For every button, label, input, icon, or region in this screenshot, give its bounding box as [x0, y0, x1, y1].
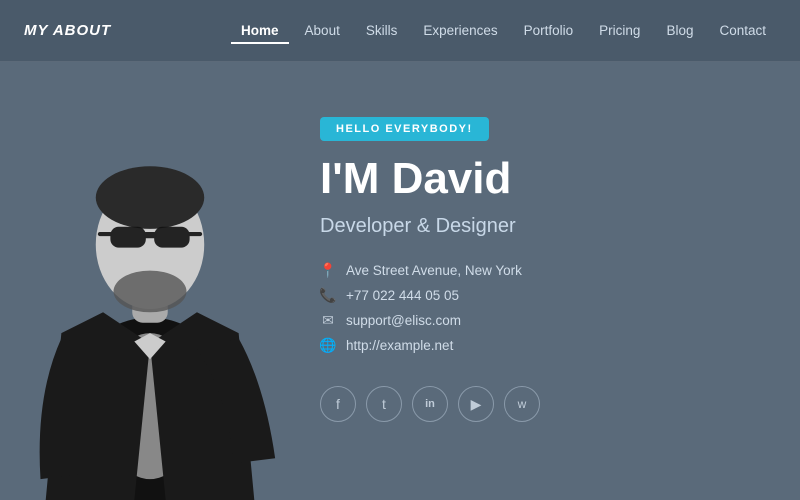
- address-item: 📍 Ave Street Avenue, New York: [320, 262, 760, 279]
- hero-name: I'M David: [320, 155, 760, 203]
- main-nav: Home About Skills Experiences Portfolio …: [231, 17, 776, 44]
- hero-title: Developer & Designer: [320, 215, 760, 238]
- email-text: support@elisc.com: [346, 313, 461, 328]
- nav-item-experiences[interactable]: Experiences: [413, 17, 507, 44]
- youtube-button[interactable]: ▶: [458, 386, 494, 422]
- hero-section: HELLO EVERYBODY! I'M David Developer & D…: [0, 62, 800, 500]
- website-text: http://example.net: [346, 338, 453, 353]
- website-item: 🌐 http://example.net: [320, 337, 760, 354]
- nav-item-home[interactable]: Home: [231, 17, 289, 44]
- nav-item-contact[interactable]: Contact: [709, 17, 776, 44]
- email-icon: ✉: [320, 312, 336, 329]
- nav-item-about[interactable]: About: [295, 17, 350, 44]
- linkedin-button[interactable]: in: [412, 386, 448, 422]
- header: MY ABOUT Home About Skills Experiences P…: [0, 0, 800, 62]
- email-item: ✉ support@elisc.com: [320, 312, 760, 329]
- twitter-button[interactable]: t: [366, 386, 402, 422]
- nav-item-blog[interactable]: Blog: [656, 17, 703, 44]
- whatsapp-button[interactable]: w: [504, 386, 540, 422]
- phone-text: +77 022 444 05 05: [346, 288, 459, 303]
- phone-icon: 📞: [320, 287, 336, 304]
- phone-item: 📞 +77 022 444 05 05: [320, 287, 760, 304]
- nav-item-pricing[interactable]: Pricing: [589, 17, 650, 44]
- person-silhouette: [0, 62, 300, 500]
- facebook-button[interactable]: f: [320, 386, 356, 422]
- address-text: Ave Street Avenue, New York: [346, 263, 522, 278]
- nav-item-portfolio[interactable]: Portfolio: [514, 17, 584, 44]
- location-icon: 📍: [320, 262, 336, 279]
- social-row: f t in ▶ w: [320, 386, 760, 422]
- person-image-area: [0, 62, 300, 500]
- nav-item-skills[interactable]: Skills: [356, 17, 408, 44]
- logo: MY ABOUT: [24, 22, 111, 39]
- hello-badge: HELLO EVERYBODY!: [320, 117, 489, 141]
- globe-icon: 🌐: [320, 337, 336, 354]
- info-list: 📍 Ave Street Avenue, New York 📞 +77 022 …: [320, 262, 760, 354]
- hero-content: HELLO EVERYBODY! I'M David Developer & D…: [300, 62, 800, 452]
